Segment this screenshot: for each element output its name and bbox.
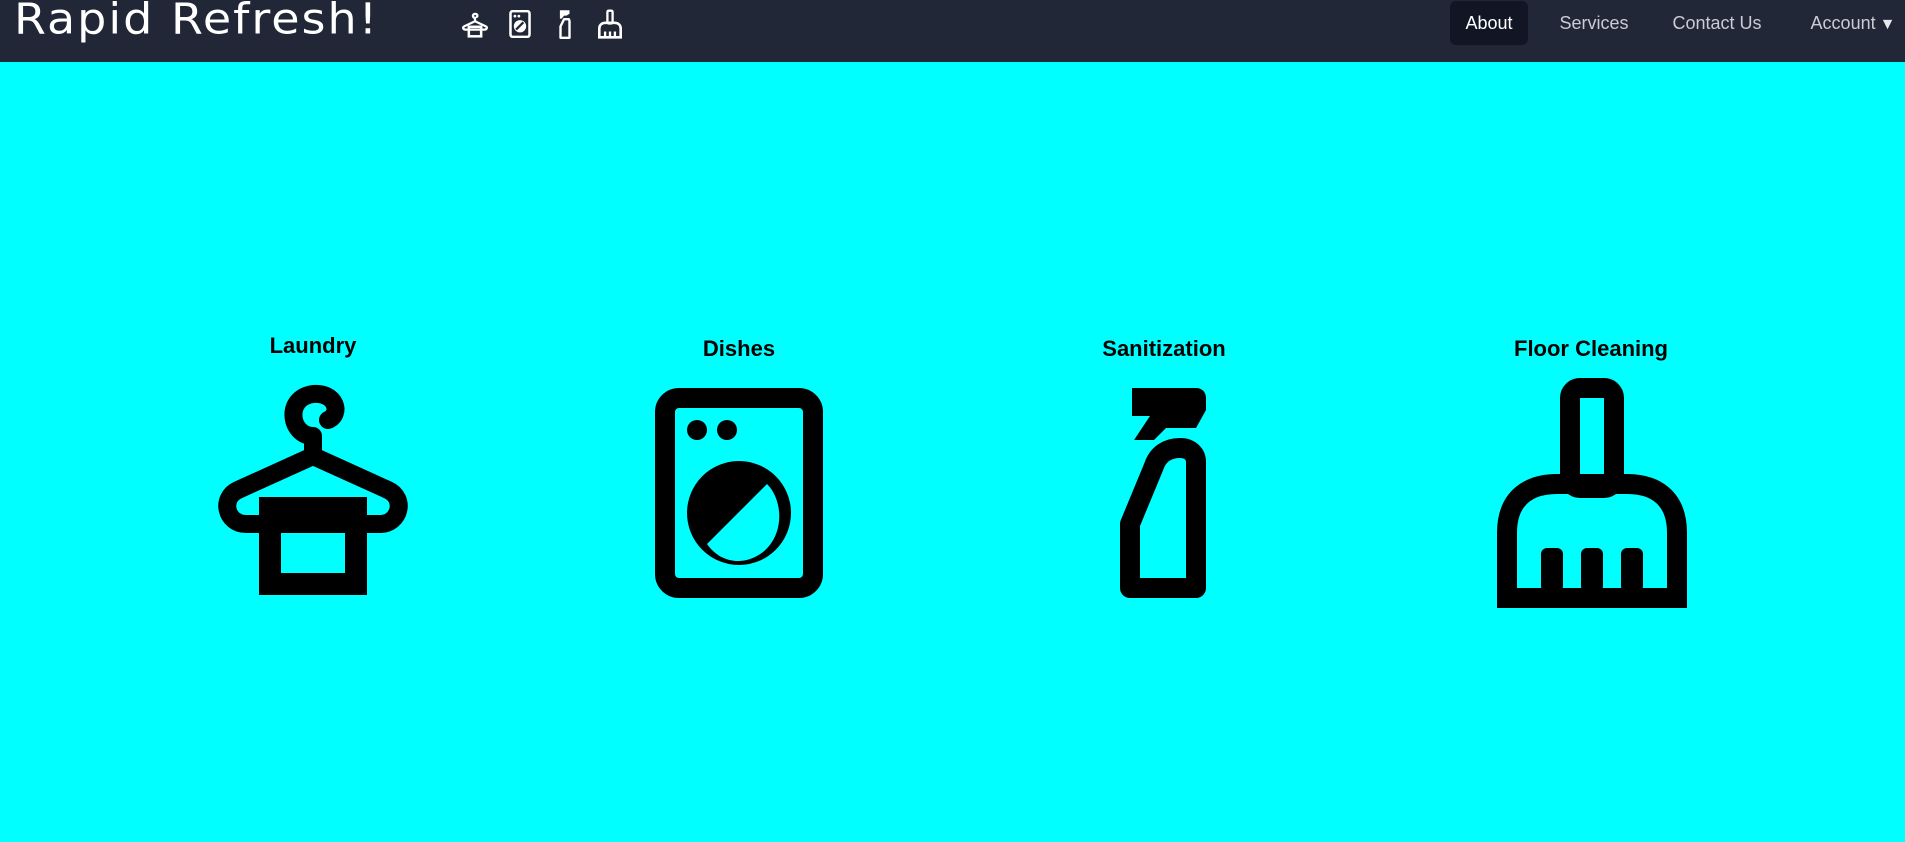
service-title-sanitization: Sanitization	[1102, 336, 1226, 361]
service-title-dishes: Dishes	[702, 336, 776, 361]
washing-machine-icon	[655, 388, 823, 598]
services-section: Laundry Dishes Sanitization Floor Cleani…	[0, 0, 1905, 842]
hanger-icon	[218, 385, 408, 595]
service-title-laundry: Laundry	[269, 333, 357, 358]
service-title-floor-cleaning: Floor Cleaning	[1514, 336, 1668, 361]
broom-icon	[1497, 378, 1687, 608]
spray-bottle-icon	[1120, 388, 1206, 598]
